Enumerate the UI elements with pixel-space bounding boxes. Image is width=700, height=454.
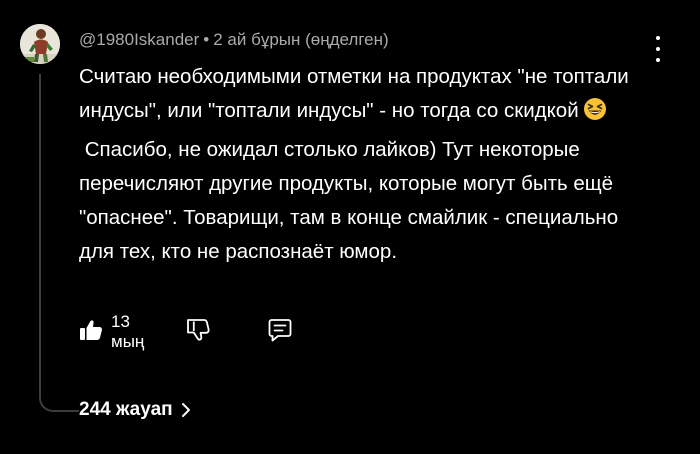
- reply-thread-line: [39, 74, 79, 412]
- dislike-button[interactable]: [185, 316, 211, 348]
- comment-paragraph-1: Считаю необходимыми отметки на продуктах…: [79, 60, 649, 133]
- thumbs-up-icon: [79, 318, 103, 347]
- comment-icon: [267, 317, 293, 348]
- more-options-icon[interactable]: [650, 36, 666, 62]
- comment-time: 2 ай бұрын (өңделген): [213, 30, 389, 49]
- comment-meta: @1980Iskander • 2 ай бұрын (өңделген): [79, 30, 389, 50]
- author-handle[interactable]: @1980Iskander: [79, 30, 199, 49]
- thumbs-down-icon: [185, 317, 211, 348]
- comment-paragraph-2: Спасибо, не ожидал столько лайков) Тут н…: [79, 137, 619, 264]
- comment-text: Считаю необходимыми отметки на продуктах…: [79, 60, 649, 270]
- chevron-right-icon: [181, 403, 190, 417]
- avatar[interactable]: [20, 24, 60, 64]
- like-button[interactable]: 13 мың: [79, 312, 144, 351]
- reply-button[interactable]: [267, 316, 293, 348]
- meta-separator: •: [203, 30, 210, 49]
- replies-count-label: 244 жауап: [79, 399, 173, 420]
- avatar-image: [20, 24, 60, 64]
- like-count: 13 мың: [111, 312, 145, 351]
- view-replies-button[interactable]: 244 жауап: [79, 396, 191, 424]
- grinning-squinting-face-icon: [583, 97, 607, 132]
